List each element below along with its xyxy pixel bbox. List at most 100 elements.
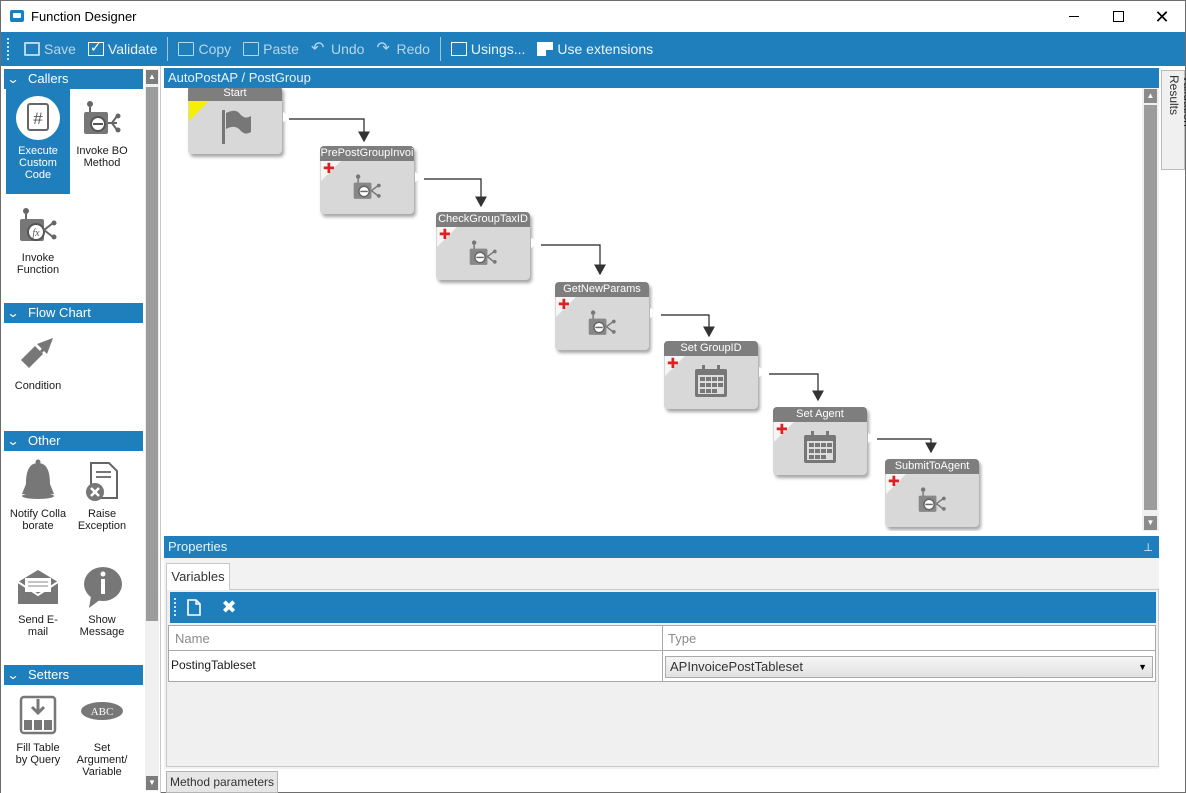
node-start[interactable]: Start bbox=[188, 88, 291, 154]
save-icon bbox=[24, 42, 40, 56]
node-submittoagent[interactable]: SubmitToAgent ✚ bbox=[885, 459, 979, 527]
tool-show-message[interactable]: Show Message bbox=[70, 558, 134, 658]
section-other[interactable]: ⌄ Other bbox=[4, 431, 143, 451]
redo-button[interactable]: Redo bbox=[370, 32, 435, 66]
column-header-type[interactable]: Type bbox=[668, 631, 696, 646]
save-button[interactable]: Save bbox=[18, 32, 82, 66]
window-title: Function Designer bbox=[31, 9, 137, 24]
main-toolbar: Save Validate Copy Paste Undo Redo Using… bbox=[1, 32, 1185, 66]
invoke-bo-method-icon bbox=[466, 234, 500, 272]
delete-variable-button[interactable]: ✖ bbox=[218, 596, 240, 618]
new-variable-button[interactable] bbox=[183, 596, 205, 618]
plus-icon: ✚ bbox=[323, 160, 335, 176]
variables-grid: Name Type PostingTableset APInvoicePostT… bbox=[168, 625, 1156, 682]
section-callers[interactable]: ⌄ Callers bbox=[4, 69, 143, 89]
copy-icon bbox=[178, 42, 195, 56]
tool-condition[interactable]: Condition bbox=[6, 324, 70, 404]
flag-icon bbox=[218, 108, 252, 146]
chevron-down-icon: ⌄ bbox=[6, 434, 20, 448]
toolbar-grip[interactable] bbox=[7, 38, 10, 60]
chevron-down-icon: ⌄ bbox=[6, 668, 20, 682]
raise-exception-icon bbox=[79, 458, 125, 504]
plus-icon: ✚ bbox=[888, 473, 900, 489]
invoke-bo-method-icon bbox=[350, 168, 384, 206]
copy-button[interactable]: Copy bbox=[172, 32, 237, 66]
tool-fill-table-by-query[interactable]: Fill Table by Query bbox=[6, 686, 70, 786]
usings-button[interactable]: Usings... bbox=[445, 32, 531, 66]
tab-method-parameters[interactable]: Method parameters bbox=[166, 771, 278, 793]
plus-icon: ✚ bbox=[776, 421, 788, 437]
hash-code-icon: # bbox=[15, 95, 61, 141]
plus-icon: ✚ bbox=[667, 355, 679, 371]
scrollbar-thumb[interactable] bbox=[1144, 105, 1157, 510]
scroll-up-icon[interactable]: ▲ bbox=[146, 70, 158, 84]
scroll-up-icon[interactable]: ▲ bbox=[1144, 89, 1157, 103]
node-checkgrouptaxid[interactable]: CheckGroupTaxID ✚ bbox=[436, 212, 539, 280]
canvas-scrollbar[interactable]: ▲ ▼ bbox=[1142, 88, 1159, 531]
plus-icon: ✚ bbox=[439, 226, 451, 242]
output-port[interactable] bbox=[649, 307, 658, 319]
invoke-bo-method-icon bbox=[585, 304, 619, 342]
properties-header: Properties ⊥ bbox=[164, 536, 1159, 558]
invoke-bo-method-icon bbox=[79, 95, 125, 141]
minimize-button[interactable] bbox=[1052, 1, 1096, 32]
validation-results-tab[interactable]: Validation Results bbox=[1161, 70, 1186, 170]
output-port[interactable] bbox=[758, 366, 767, 378]
delete-icon: ✖ bbox=[221, 597, 237, 617]
function-designer-window: Function Designer ✕ Save Validate Copy P… bbox=[0, 0, 1186, 793]
node-set-agent[interactable]: Set Agent ✚ bbox=[773, 407, 876, 475]
output-port[interactable] bbox=[414, 171, 423, 183]
svg-text:#: # bbox=[33, 109, 43, 128]
info-bubble-icon bbox=[79, 564, 125, 610]
variable-type-select[interactable]: APInvoicePostTableset ▼ bbox=[665, 656, 1153, 678]
toolbar-grip[interactable] bbox=[174, 598, 176, 616]
tool-execute-custom-code[interactable]: # Execute Custom Code bbox=[6, 89, 70, 194]
tool-invoke-bo-method[interactable]: Invoke BO Method bbox=[70, 89, 134, 194]
pin-icon[interactable]: ⊥ bbox=[1143, 537, 1153, 559]
section-setters[interactable]: ⌄ Setters bbox=[4, 665, 143, 685]
toolbox-scrollbar[interactable]: ▲ ▼ bbox=[145, 69, 159, 791]
scroll-down-icon[interactable]: ▼ bbox=[146, 776, 158, 790]
paste-icon bbox=[243, 42, 260, 56]
toolbar-separator bbox=[439, 37, 441, 61]
calendar-icon bbox=[803, 429, 837, 467]
abc-icon: ABC bbox=[79, 692, 125, 738]
paste-button[interactable]: Paste bbox=[237, 32, 305, 66]
column-header-name[interactable]: Name bbox=[175, 631, 210, 646]
output-port[interactable] bbox=[530, 237, 539, 249]
new-document-icon bbox=[187, 599, 201, 616]
envelope-icon bbox=[15, 564, 61, 610]
flow-canvas[interactable]: Start PrePostGroupInvoi ✚ CheckGroupTaxI… bbox=[164, 88, 1142, 531]
invoke-bo-method-icon bbox=[915, 481, 949, 519]
title-bar: Function Designer ✕ bbox=[1, 1, 1185, 32]
output-port[interactable] bbox=[282, 111, 291, 123]
toolbox-panel: ⌄ Callers # Execute Custom Code Invoke BO… bbox=[1, 66, 161, 793]
use-extensions-button[interactable]: Use extensions bbox=[531, 32, 659, 66]
node-getnewparams[interactable]: GetNewParams ✚ bbox=[555, 282, 658, 350]
output-port[interactable] bbox=[867, 432, 876, 444]
node-prepostgroupinvoi[interactable]: PrePostGroupInvoi ✚ bbox=[320, 146, 423, 214]
column-divider[interactable] bbox=[662, 626, 663, 681]
maximize-button[interactable] bbox=[1096, 1, 1140, 32]
dropdown-arrow-icon: ▼ bbox=[1138, 662, 1147, 672]
tool-raise-exception[interactable]: Raise Exception bbox=[70, 452, 134, 552]
toolbar-separator bbox=[167, 37, 169, 61]
app-icon bbox=[10, 10, 24, 22]
scrollbar-thumb[interactable] bbox=[146, 87, 158, 621]
node-set-groupid[interactable]: Set GroupID ✚ bbox=[664, 341, 767, 409]
validate-button[interactable]: Validate bbox=[82, 32, 164, 66]
tool-set-argument-variable[interactable]: ABC Set Argument/ Variable bbox=[70, 686, 134, 786]
tool-notify-collaborate[interactable]: Notify Collaborate bbox=[6, 452, 70, 552]
section-flow-chart[interactable]: ⌄ Flow Chart bbox=[4, 303, 143, 323]
scroll-down-icon[interactable]: ▼ bbox=[1144, 516, 1157, 530]
close-button[interactable]: ✕ bbox=[1140, 1, 1184, 32]
tab-variables[interactable]: Variables bbox=[166, 563, 230, 590]
plus-icon: ✚ bbox=[558, 296, 570, 312]
variable-name-cell[interactable]: PostingTableset bbox=[171, 658, 256, 672]
undo-icon bbox=[311, 38, 327, 58]
undo-button[interactable]: Undo bbox=[305, 32, 370, 66]
tool-invoke-function[interactable]: fx Invoke Function bbox=[6, 196, 70, 296]
designer-breadcrumb: AutoPostAP / PostGroup bbox=[164, 68, 1159, 88]
tool-send-email[interactable]: Send E-mail bbox=[6, 558, 70, 658]
condition-icon bbox=[15, 330, 61, 376]
